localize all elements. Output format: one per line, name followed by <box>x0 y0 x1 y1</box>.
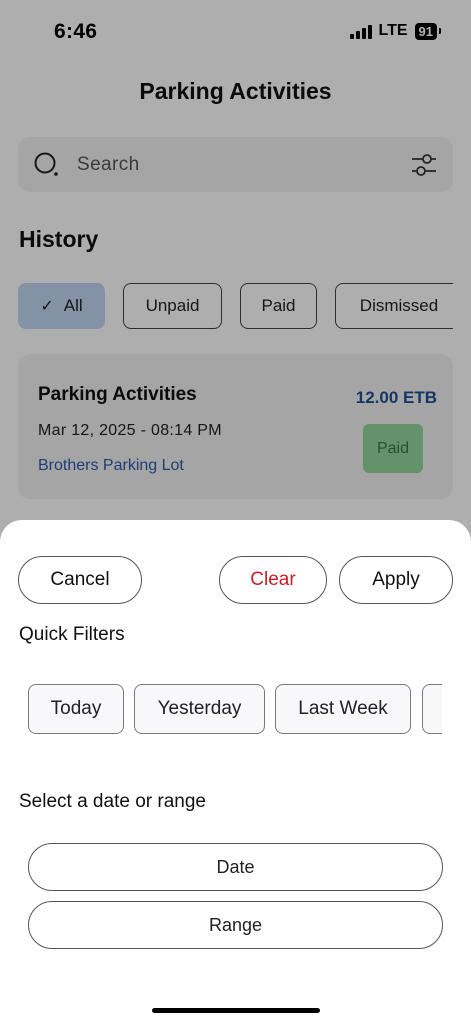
home-indicator[interactable] <box>152 1008 320 1013</box>
date-filter-sheet: Cancel Clear Apply Quick Filters Today Y… <box>0 520 471 1024</box>
quick-filter-yesterday[interactable]: Yesterday <box>134 684 265 734</box>
clear-button[interactable]: Clear <box>219 556 327 604</box>
quick-filter-today[interactable]: Today <box>28 684 124 734</box>
quick-filter-more[interactable] <box>422 684 442 734</box>
select-date-heading: Select a date or range <box>19 791 206 812</box>
quick-filter-last-week[interactable]: Last Week <box>275 684 411 734</box>
apply-button[interactable]: Apply <box>339 556 453 604</box>
range-button[interactable]: Range <box>28 901 443 949</box>
quick-filter-row[interactable]: Today Yesterday Last Week <box>28 684 442 736</box>
cancel-button[interactable]: Cancel <box>18 556 142 604</box>
quick-filters-heading: Quick Filters <box>19 624 125 645</box>
date-button[interactable]: Date <box>28 843 443 891</box>
